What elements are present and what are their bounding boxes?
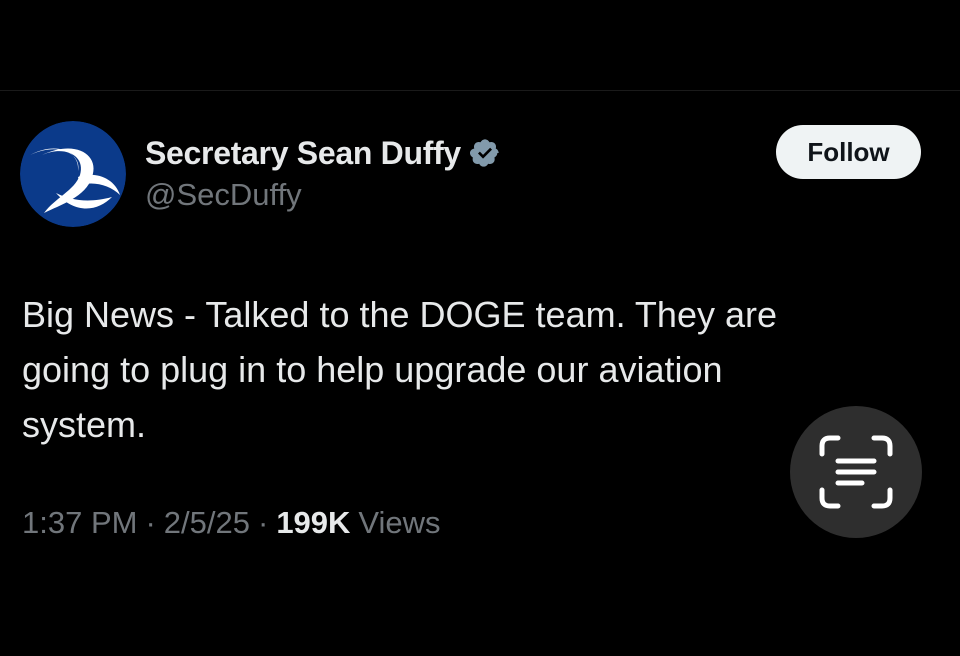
text-scan-icon (819, 435, 893, 509)
tweet-meta: 1:37 PM · 2/5/25 · 199K Views (22, 505, 441, 541)
tweet-text: Big News - Talked to the DOGE team. They… (22, 287, 882, 452)
tweet-time[interactable]: 1:37 PM (22, 505, 137, 541)
follow-button[interactable]: Follow (776, 125, 921, 179)
meta-separator: · (257, 505, 269, 540)
verified-badge-icon (469, 139, 499, 167)
author-handle[interactable]: @SecDuffy (145, 177, 501, 213)
live-text-scan-button[interactable] (790, 406, 922, 538)
author-names: Secretary Sean Duffy @SecDuffy (145, 133, 501, 213)
tweet-screenshot: Secretary Sean Duffy @SecDuffy Follow Bi… (0, 0, 960, 656)
dot-emblem-icon (20, 121, 126, 227)
author-display-name[interactable]: Secretary Sean Duffy (145, 135, 461, 172)
tweet-text-line: system. (22, 404, 147, 445)
tweet-card: Secretary Sean Duffy @SecDuffy Follow Bi… (0, 91, 960, 656)
display-name-row: Secretary Sean Duffy (145, 133, 501, 173)
views-count: 199K (276, 505, 351, 540)
tweet-date[interactable]: 2/5/25 (164, 505, 250, 541)
tweet-text-line: going to plug in to help upgrade our avi… (22, 349, 723, 390)
meta-separator: · (145, 505, 156, 540)
tweet-text-line: Big News - Talked to the DOGE team. They… (22, 294, 777, 335)
views-label: Views (358, 505, 441, 540)
avatar[interactable] (20, 121, 126, 227)
